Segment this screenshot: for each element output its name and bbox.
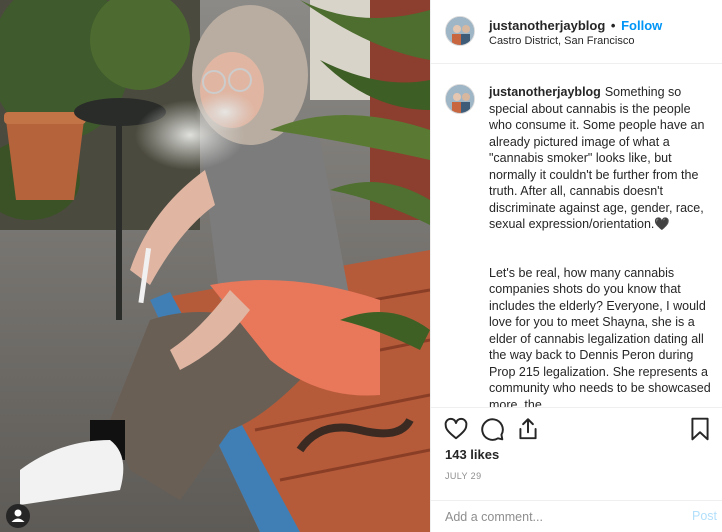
location-link[interactable]: Castro District, San Francisco (489, 35, 634, 47)
action-bar (431, 407, 722, 445)
post-date[interactable]: JULY 29 (445, 471, 482, 481)
avatar-image (446, 17, 474, 45)
post-side-panel: justanotherjayblog • Follow Castro Distr… (430, 0, 722, 532)
share-button[interactable] (515, 416, 541, 442)
user-tag-button[interactable] (6, 504, 30, 528)
heart-icon (444, 417, 468, 440)
caption-text: justanotherjayblog Something so special a… (489, 84, 711, 407)
post-comment-button[interactable]: Post (692, 509, 717, 523)
caption-paragraph-1: Something so special about cannabis is t… (489, 85, 705, 231)
header-username[interactable]: justanotherjayblog (489, 18, 605, 33)
comment-input[interactable] (445, 508, 665, 526)
caption-area[interactable]: justanotherjayblog Something so special a… (431, 64, 722, 407)
post-header: justanotherjayblog • Follow Castro Distr… (431, 0, 722, 64)
caption-username[interactable]: justanotherjayblog (489, 85, 601, 99)
avatar-image (446, 85, 474, 113)
like-count[interactable]: 143 likes (445, 447, 499, 462)
caption-paragraph-2: Let's be real, how many cannabis compani… (489, 265, 711, 408)
post-image (0, 0, 430, 532)
comment-button[interactable] (479, 416, 505, 442)
share-icon (519, 418, 537, 440)
post-photo[interactable] (0, 0, 430, 532)
avatar[interactable] (445, 16, 475, 46)
bookmark-icon (691, 417, 709, 441)
like-button[interactable] (443, 416, 469, 442)
caption-avatar[interactable] (445, 84, 475, 114)
save-button[interactable] (687, 416, 713, 442)
comment-icon (481, 418, 504, 441)
comment-bar: Post (431, 500, 722, 532)
follow-button[interactable]: Follow (621, 18, 662, 33)
separator-dot: • (610, 18, 616, 33)
person-icon (11, 509, 25, 522)
